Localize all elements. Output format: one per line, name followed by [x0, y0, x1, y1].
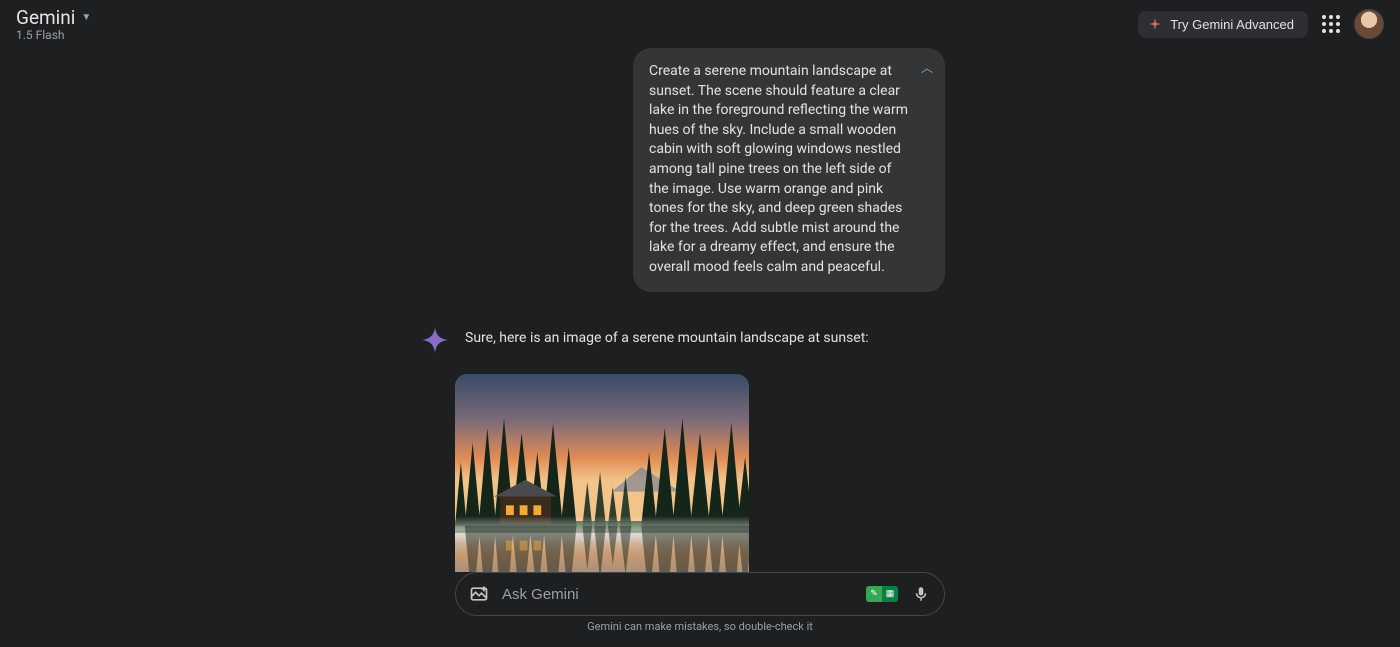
model-switcher[interactable]: Gemini ▼: [16, 6, 91, 29]
generated-image[interactable]: [455, 374, 749, 572]
conversation-scroll[interactable]: Create a serene mountain landscape at su…: [0, 48, 1400, 572]
avatar[interactable]: [1354, 9, 1384, 39]
user-prompt-text: Create a serene mountain landscape at su…: [649, 63, 908, 275]
extension-chip-left-icon: ✎: [866, 586, 882, 602]
model-name: 1.5 Flash: [16, 28, 91, 42]
generated-image-row: [455, 374, 945, 572]
assistant-message-row: Sure, here is an image of a serene mount…: [455, 326, 945, 354]
header-right: Try Gemini Advanced: [1138, 9, 1384, 39]
user-prompt-bubble: Create a serene mountain landscape at su…: [633, 48, 945, 292]
assistant-text: Sure, here is an image of a serene mount…: [465, 326, 869, 346]
gemini-spark-icon: [421, 326, 449, 354]
brand-block: Gemini ▼ 1.5 Flash: [16, 6, 91, 42]
microphone-icon[interactable]: [910, 583, 932, 605]
apps-grid-icon[interactable]: [1322, 15, 1340, 33]
chevron-down-icon: ▼: [81, 12, 91, 23]
disclaimer-text: Gemini can make mistakes, so double-chec…: [455, 616, 945, 641]
extension-chip-right-icon: ▦: [882, 586, 898, 602]
input-area: ✎ ▦ Gemini can make mistakes, so double-…: [455, 572, 945, 647]
brand-name: Gemini: [16, 6, 75, 29]
prompt-input-bar: ✎ ▦: [455, 572, 945, 616]
prompt-input[interactable]: [502, 586, 854, 603]
collapse-icon[interactable]: ︿: [921, 60, 933, 77]
try-advanced-button[interactable]: Try Gemini Advanced: [1138, 11, 1308, 38]
main-area: Create a serene mountain landscape at su…: [0, 48, 1400, 647]
app-header: Gemini ▼ 1.5 Flash Try Gemini Advanced: [0, 0, 1400, 48]
sparkle-icon: [1148, 17, 1162, 31]
extension-chip[interactable]: ✎ ▦: [866, 586, 898, 602]
add-image-icon[interactable]: [468, 583, 490, 605]
user-message-row: Create a serene mountain landscape at su…: [455, 48, 945, 292]
try-advanced-label: Try Gemini Advanced: [1170, 17, 1294, 32]
